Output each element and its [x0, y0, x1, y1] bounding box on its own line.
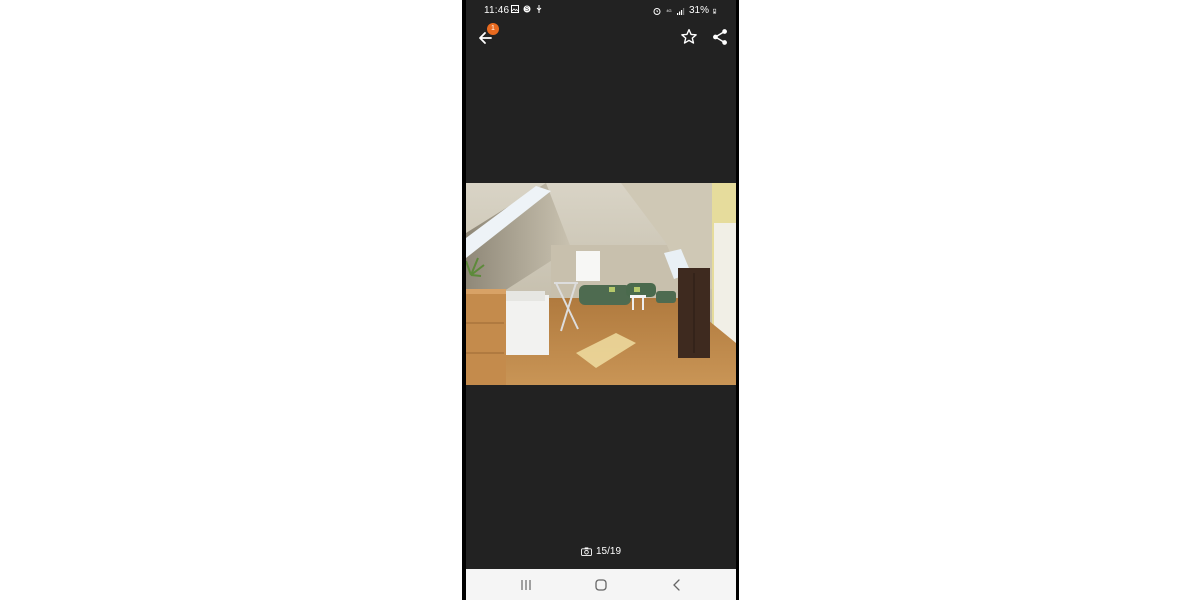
- recent-apps-button[interactable]: [516, 575, 536, 595]
- image-counter: 15/19: [466, 546, 736, 557]
- status-right: 4G 31%: [653, 5, 718, 16]
- recent-apps-icon: [521, 580, 531, 590]
- top-toolbar: 1: [466, 22, 736, 52]
- home-button[interactable]: [591, 575, 611, 595]
- camera-icon: [581, 547, 592, 556]
- back-icon: [673, 579, 680, 591]
- status-time: 11:46: [484, 5, 510, 16]
- gallery-icon: [511, 5, 519, 13]
- share-icon: [713, 29, 727, 45]
- room-photo: [466, 183, 736, 385]
- screen: 11:46 S 4G 31% 1 15/19: [466, 0, 736, 600]
- system-back-button[interactable]: [667, 575, 687, 595]
- home-icon: [595, 579, 607, 591]
- data-4g-icon: 4G: [666, 8, 671, 13]
- signal-icon: [676, 7, 685, 15]
- share-button[interactable]: [709, 26, 731, 48]
- svg-text:S: S: [525, 7, 529, 13]
- system-navigation-bar: [466, 569, 736, 600]
- status-left-icons: S: [511, 5, 543, 13]
- listing-photo[interactable]: [466, 183, 736, 385]
- alarm-icon: [653, 7, 661, 15]
- battery-percentage: 31%: [688, 5, 709, 16]
- star-outline-icon: [681, 28, 697, 44]
- image-counter-text: 15/19: [595, 546, 622, 557]
- status-bar: 11:46 S 4G 31%: [466, 0, 736, 22]
- usb-icon: [536, 5, 542, 13]
- favorite-button[interactable]: [678, 26, 700, 48]
- sync-icon: S: [523, 5, 531, 13]
- svg-text:4G: 4G: [666, 8, 671, 13]
- battery-icon: [713, 8, 717, 13]
- notification-badge: 1: [487, 23, 499, 35]
